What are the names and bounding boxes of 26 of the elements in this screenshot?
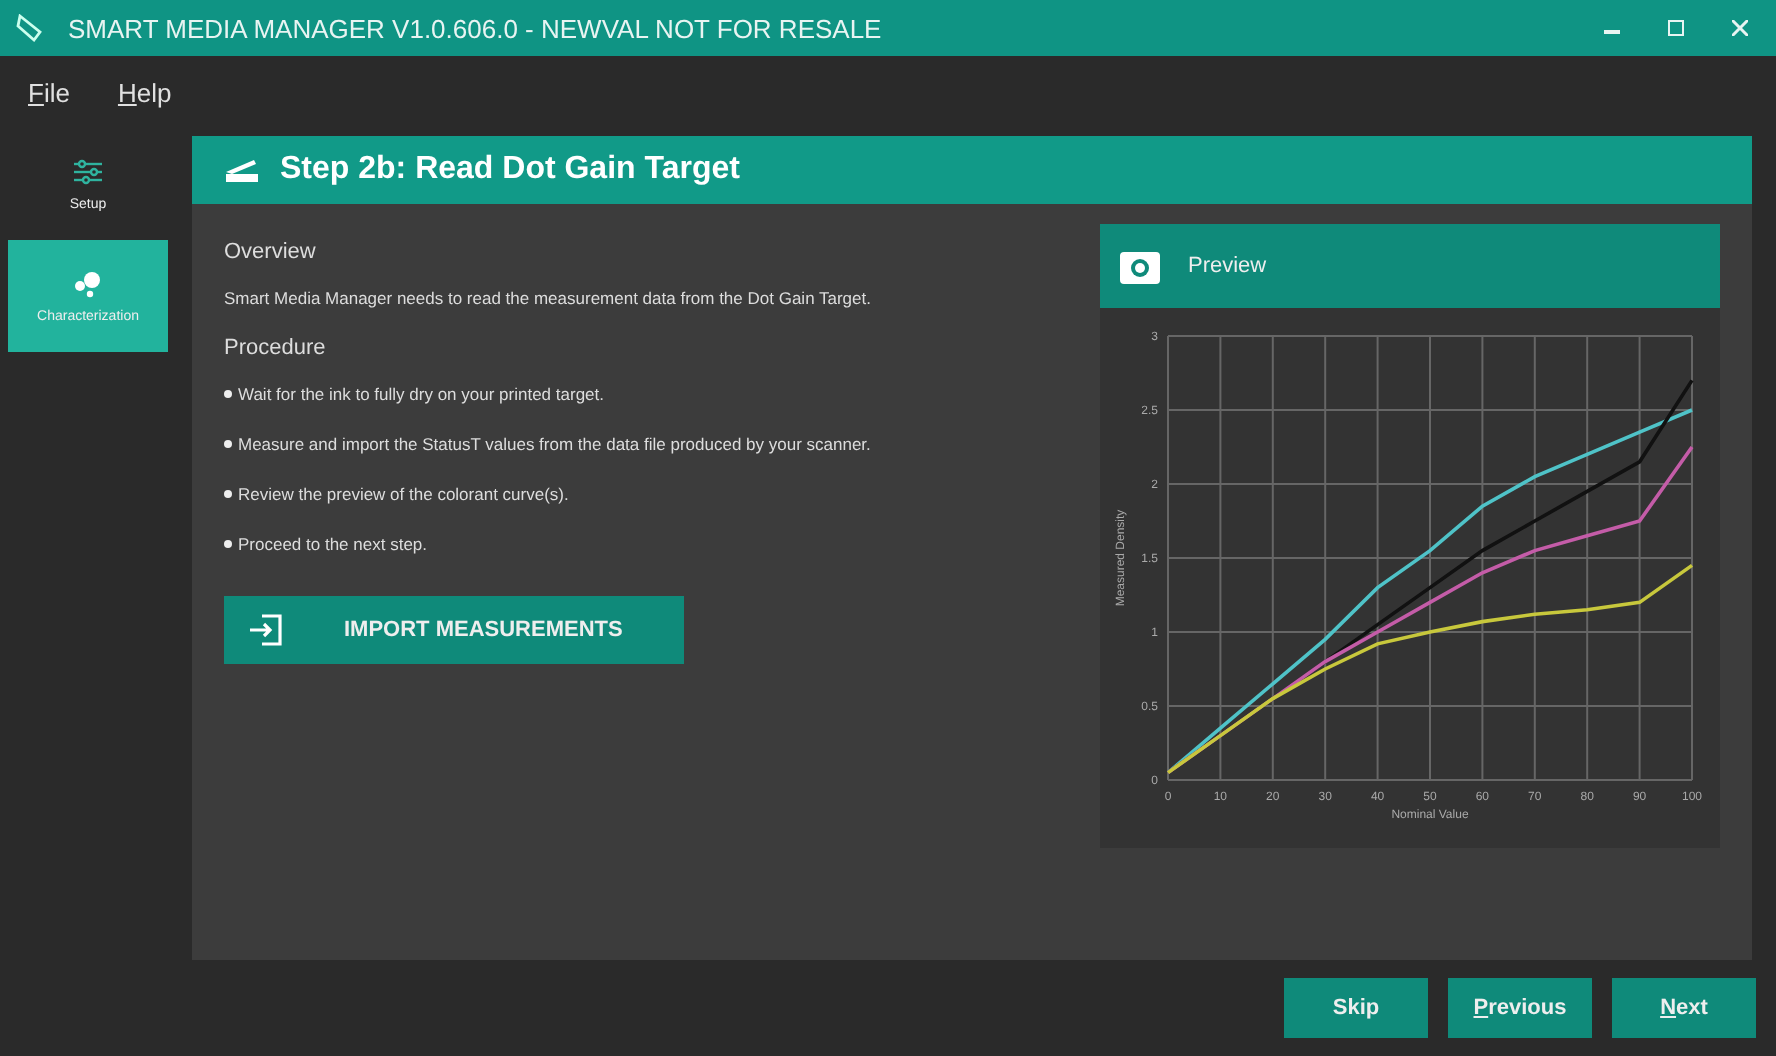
procedure-step: Review the preview of the colorant curve(s). — [238, 484, 569, 504]
procedure-step: Wait for the ink to fully dry on your printed target. — [238, 384, 604, 404]
import-button[interactable]: IMPORT MEASUREMENTS — [224, 596, 684, 664]
bullet-icon — [224, 490, 232, 498]
scanner-icon — [224, 156, 260, 184]
procedure-step: Proceed to the next step. — [238, 534, 428, 554]
camera-icon — [1120, 248, 1160, 284]
app-logo-icon — [16, 14, 44, 42]
preview-title: Preview — [1188, 254, 1267, 278]
menu-item[interactable]: File — [28, 77, 70, 107]
window-title: SMART MEDIA MANAGER V1.0.606.0 - NEWVAL NOT FOR RESALE — [68, 13, 884, 43]
sliders-icon — [74, 157, 102, 185]
nav-button[interactable]: Previous — [1448, 978, 1592, 1038]
nav-button[interactable]: Next — [1612, 978, 1756, 1038]
nav-button[interactable]: Skip — [1284, 978, 1428, 1038]
overview-text: Smart Media Manager needs to read the measurement data from the Dot Gain Target. — [224, 288, 873, 308]
bullet-icon — [224, 540, 232, 548]
procedure-step: Measure and import the StatusT values from the data file produced by your scanner. — [238, 434, 871, 454]
step-title: Step 2b: Read Dot Gain Target — [280, 152, 740, 188]
dots-icon — [72, 269, 104, 297]
bullet-icon — [224, 440, 232, 448]
section-heading: Procedure — [224, 336, 328, 360]
menu-item[interactable]: Help — [117, 77, 172, 107]
section-heading: Overview — [224, 240, 318, 264]
import-icon — [248, 614, 284, 646]
bullet-icon — [224, 390, 232, 398]
